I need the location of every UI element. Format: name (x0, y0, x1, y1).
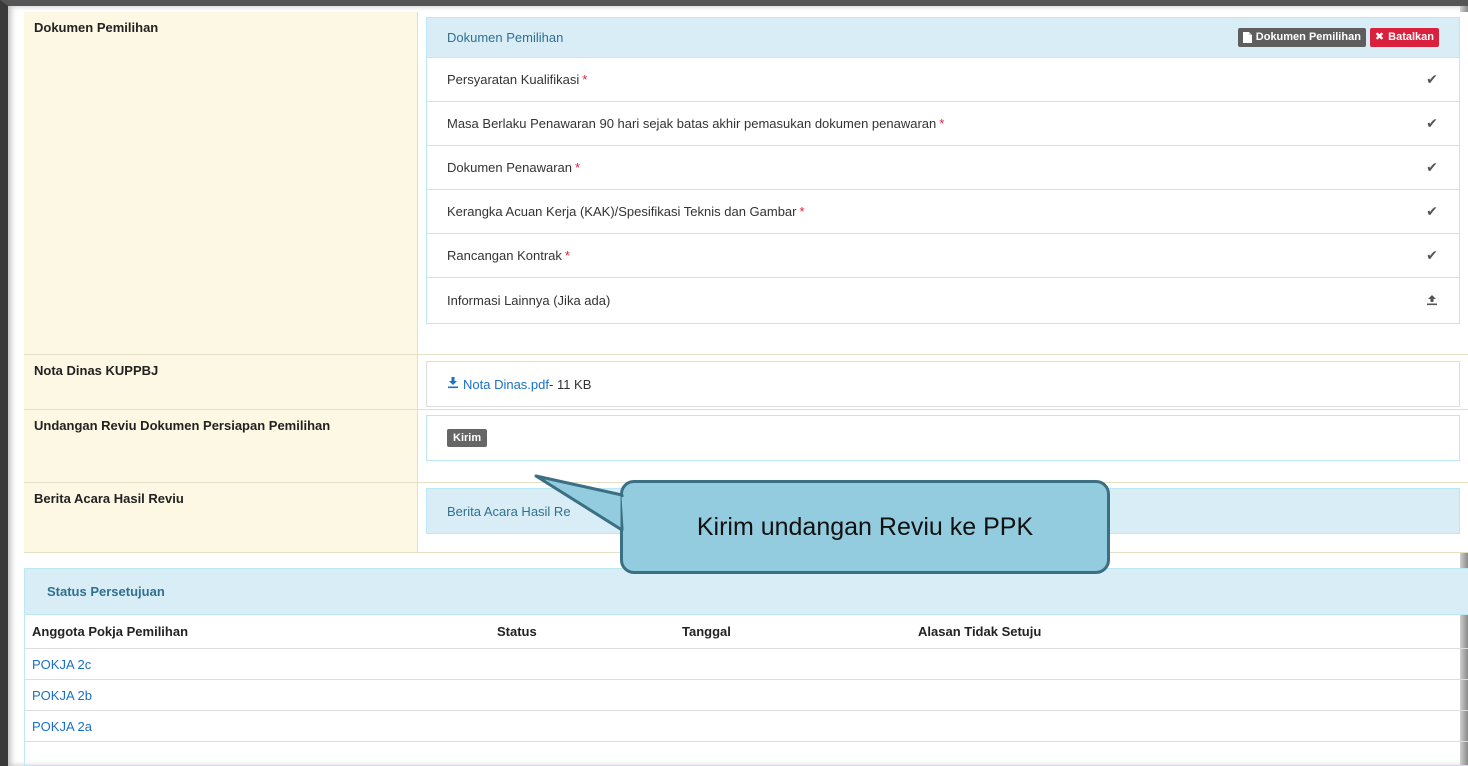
download-icon (447, 376, 459, 392)
dokumen-item-label: Persyaratan Kualifikasi (447, 72, 580, 87)
check-icon: ✔ (1426, 159, 1438, 175)
dokumen-item-label: Dokumen Penawaran (447, 160, 573, 175)
dokumen-pemilihan-button[interactable]: Dokumen Pemilihan (1237, 28, 1366, 47)
dokumen-panel: Dokumen Pemilihan Dokumen Pemilihan ✖ Ba… (426, 17, 1460, 324)
status-persetujuan-title: Status Persetujuan (25, 569, 1468, 615)
required-marker: * (799, 204, 805, 219)
dokumen-item[interactable]: Dokumen Penawaran * ✔ (427, 146, 1459, 190)
file-icon (1242, 32, 1252, 43)
form-table: Dokumen Pemilihan Dokumen Pemilihan Doku… (24, 12, 1468, 553)
check-icon: ✔ (1426, 247, 1438, 263)
value-nota-dinas: Nota Dinas.pdf - 11 KB (418, 355, 1468, 409)
check-icon: ✔ (1426, 115, 1438, 131)
check-icon: ✔ (1426, 203, 1438, 219)
check-icon: ✔ (1426, 71, 1438, 87)
row-nota-dinas: Nota Dinas KUPPBJ Nota Dinas.pdf - 11 KB (24, 355, 1468, 410)
value-dokumen-pemilihan: Dokumen Pemilihan Dokumen Pemilihan ✖ Ba… (418, 12, 1468, 354)
undangan-box: Kirim (426, 415, 1460, 461)
table-row: POKJA 2b (25, 680, 1468, 711)
nota-dinas-box: Nota Dinas.pdf - 11 KB (426, 361, 1460, 407)
batalkan-button-label: Batalkan (1388, 31, 1434, 43)
pokja-member-link[interactable]: POKJA 2c (32, 657, 497, 672)
dokumen-item[interactable]: Rancangan Kontrak * ✔ (427, 234, 1459, 278)
required-marker: * (939, 116, 945, 131)
dokumen-item-label: Rancangan Kontrak (447, 248, 562, 263)
dokumen-item-label: Kerangka Acuan Kerja (KAK)/Spesifikasi T… (447, 204, 797, 219)
column-header: Tanggal (682, 624, 731, 639)
nota-dinas-file-link[interactable]: Nota Dinas.pdf (463, 377, 549, 392)
status-table-header: Anggota Pokja Pemilihan Status Tanggal A… (25, 615, 1468, 649)
dokumen-item[interactable]: Masa Berlaku Penawaran 90 hari sejak bat… (427, 102, 1459, 146)
dokumen-item[interactable]: Informasi Lainnya (Jika ada) (427, 278, 1459, 323)
dokumen-pemilihan-button-label: Dokumen Pemilihan (1255, 31, 1361, 43)
column-header: Status (497, 624, 537, 639)
column-header: Anggota Pokja Pemilihan (32, 624, 189, 639)
dokumen-panel-header: Dokumen Pemilihan Dokumen Pemilihan ✖ Ba… (427, 18, 1459, 58)
row-dokumen-pemilihan: Dokumen Pemilihan Dokumen Pemilihan Doku… (24, 12, 1468, 355)
table-row: POKJA 2a (25, 711, 1468, 742)
table-row: POKJA 2c (25, 649, 1468, 680)
batalkan-button[interactable]: ✖ Batalkan (1369, 28, 1439, 47)
callout-text: Kirim undangan Reviu ke PPK (696, 512, 1034, 541)
required-marker: * (564, 248, 570, 263)
callout-annotation: Kirim undangan Reviu ke PPK (620, 480, 1110, 574)
nota-dinas-file-size: - 11 KB (549, 376, 592, 392)
pokja-member-link[interactable]: POKJA 2b (32, 688, 497, 703)
kirim-button[interactable]: Kirim (447, 429, 488, 447)
column-header: Alasan Tidak Setuju (918, 624, 1042, 639)
dokumen-item[interactable]: Persyaratan Kualifikasi * ✔ (427, 58, 1459, 102)
close-icon: ✖ (1374, 31, 1385, 43)
required-marker: * (582, 72, 588, 87)
required-marker: * (575, 160, 581, 175)
value-undangan-reviu: Kirim (418, 410, 1468, 482)
label-dokumen-pemilihan: Dokumen Pemilihan (24, 12, 418, 354)
status-persetujuan-panel: Status Persetujuan Anggota Pokja Pemilih… (24, 568, 1468, 766)
label-undangan-reviu: Undangan Reviu Dokumen Persiapan Pemilih… (24, 410, 418, 482)
pokja-member-link[interactable]: POKJA 2a (32, 719, 497, 734)
upload-icon[interactable] (1425, 293, 1439, 309)
label-berita-acara: Berita Acara Hasil Reviu (24, 483, 418, 552)
label-nota-dinas: Nota Dinas KUPPBJ (24, 355, 418, 409)
row-undangan-reviu: Undangan Reviu Dokumen Persiapan Pemilih… (24, 410, 1468, 483)
dokumen-item-label: Informasi Lainnya (Jika ada) (447, 293, 611, 308)
dokumen-panel-title: Dokumen Pemilihan (447, 30, 564, 45)
dokumen-item-label: Masa Berlaku Penawaran 90 hari sejak bat… (447, 116, 937, 131)
berita-acara-panel-title: Berita Acara Hasil Re (447, 503, 571, 519)
dokumen-item[interactable]: Kerangka Acuan Kerja (KAK)/Spesifikasi T… (427, 190, 1459, 234)
